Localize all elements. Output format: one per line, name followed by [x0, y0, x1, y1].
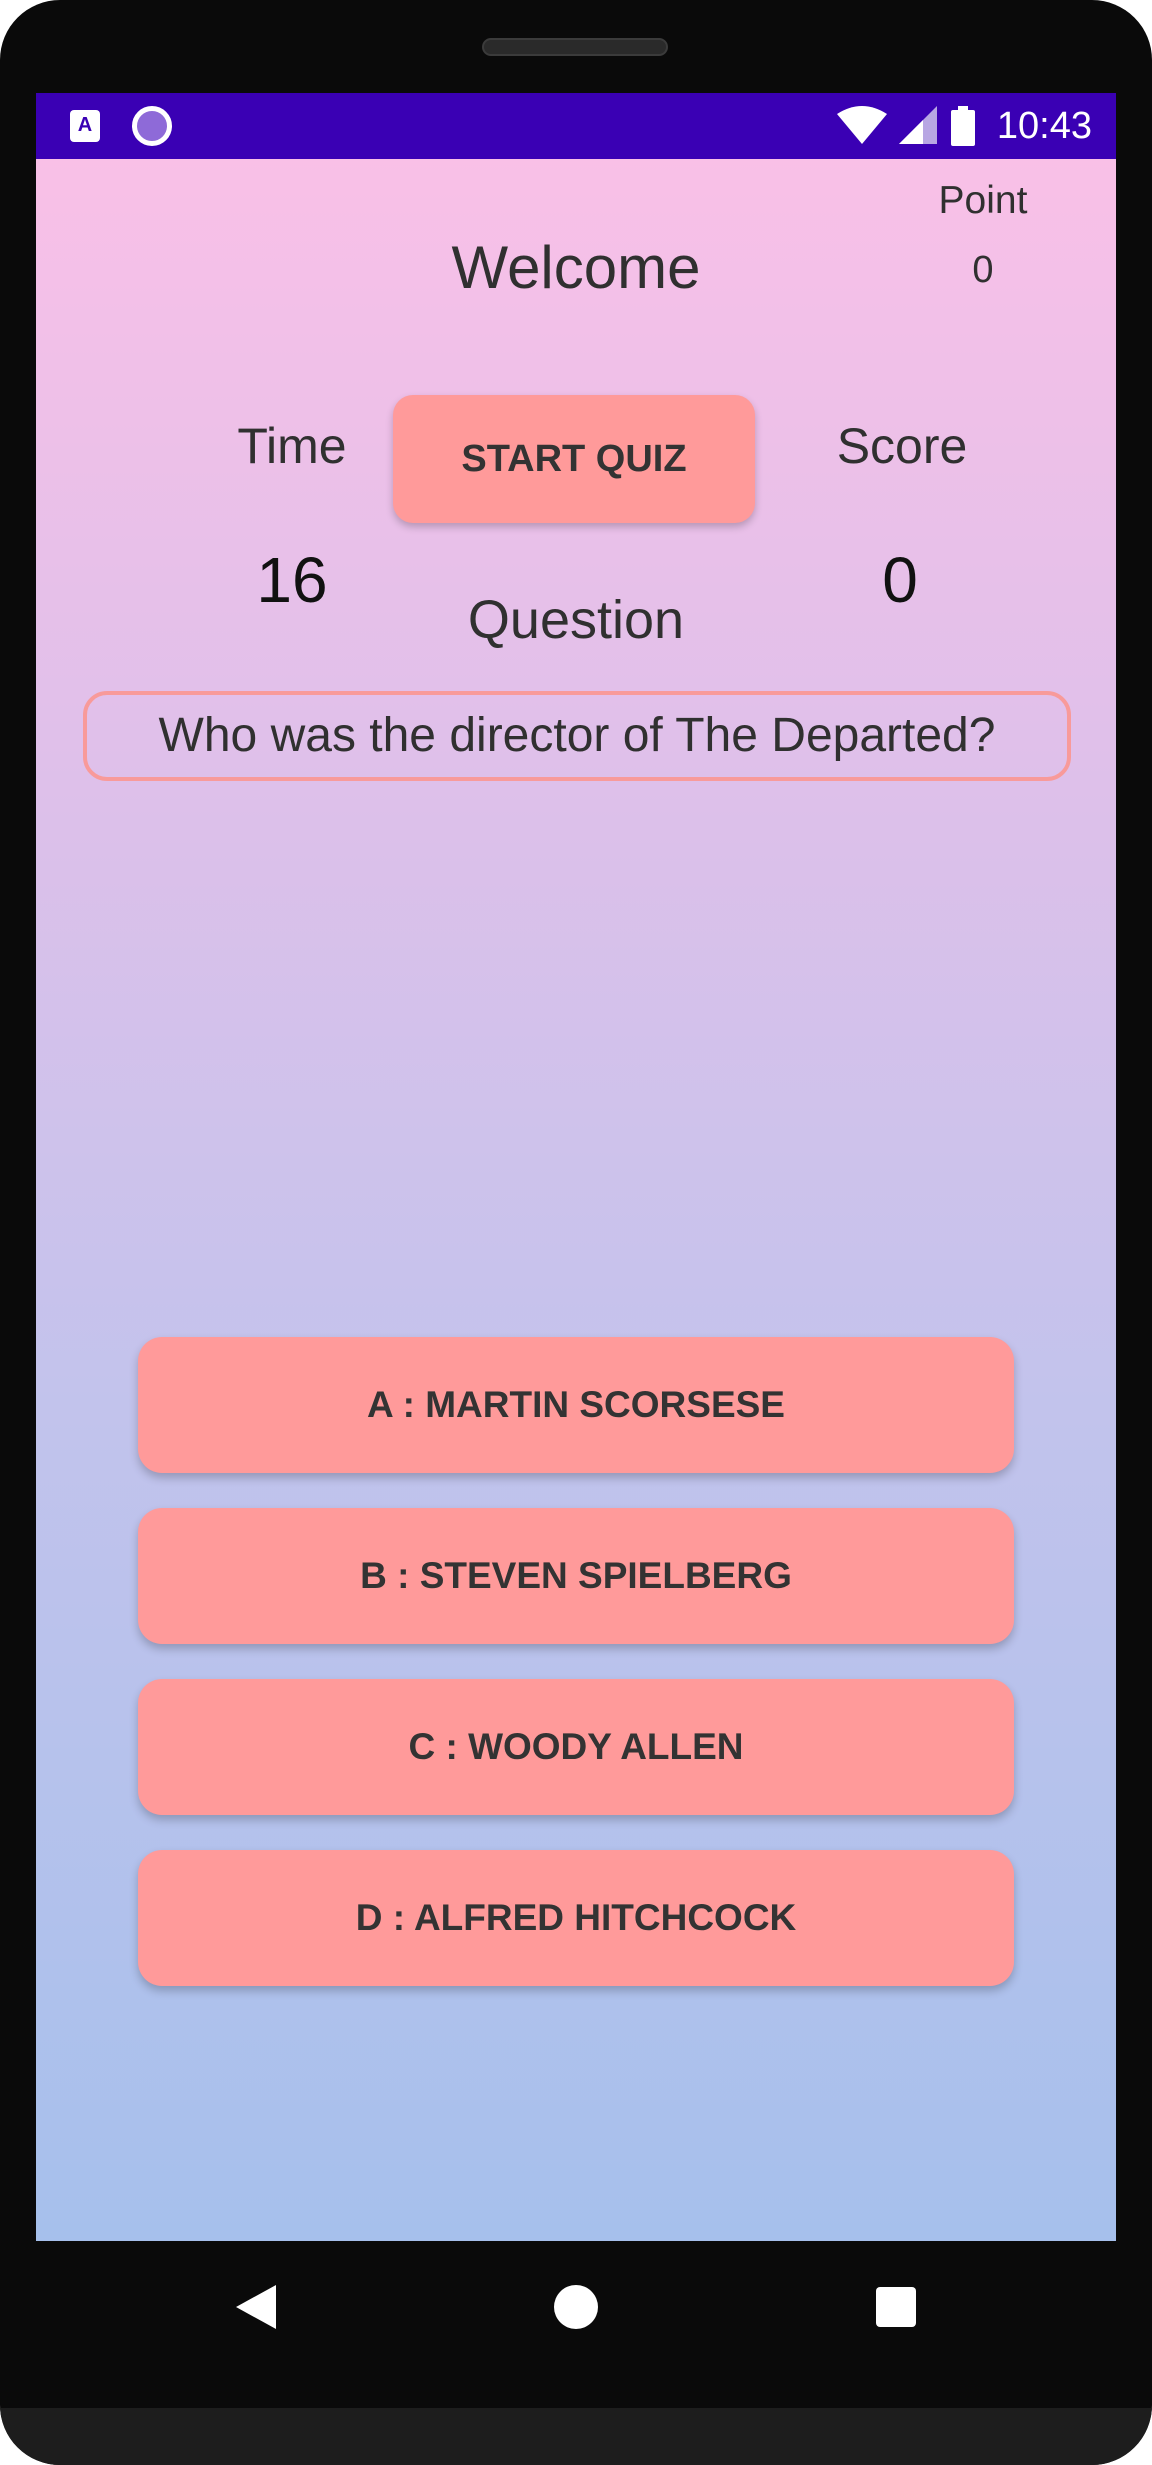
wifi-icon — [836, 106, 887, 144]
earpiece-speaker — [482, 38, 668, 56]
time-label: Time — [237, 418, 347, 474]
score-value: 0 — [882, 544, 918, 616]
score-label: Score — [836, 418, 968, 474]
quiz-app-screen: Point 0 Welcome Time START QUIZ Score 16… — [36, 159, 1116, 2241]
answer-d-button[interactable]: D : ALFRED HITCHCOCK — [138, 1850, 1014, 1986]
point-label: Point — [938, 179, 1028, 222]
phone-device-frame: A 10:43 Point 0 Welcome Time START QUIZ … — [0, 0, 1152, 2465]
time-value: 16 — [256, 544, 328, 616]
cell-signal-icon — [898, 106, 937, 144]
welcome-title: Welcome — [451, 234, 701, 301]
answer-c-button[interactable]: C : WOODY ALLEN — [138, 1679, 1014, 1815]
status-time: 10:43 — [996, 104, 1092, 147]
circle-notification-icon — [132, 106, 172, 146]
status-bar: A 10:43 — [36, 93, 1116, 159]
phone-screen: A 10:43 Point 0 Welcome Time START QUIZ … — [36, 93, 1116, 2241]
home-icon[interactable] — [554, 2285, 598, 2329]
question-text-box: Who was the director of The Departed? — [83, 691, 1071, 781]
device-bottom-edge — [0, 2408, 1152, 2465]
status-right-group: 10:43 — [836, 93, 1092, 159]
start-quiz-button[interactable]: START QUIZ — [393, 395, 755, 523]
a-notification-icon: A — [70, 110, 100, 142]
answer-a-button[interactable]: A : MARTIN SCORSESE — [138, 1337, 1014, 1473]
battery-icon — [950, 106, 975, 146]
back-icon[interactable] — [236, 2285, 276, 2329]
answer-b-button[interactable]: B : STEVEN SPIELBERG — [138, 1508, 1014, 1644]
question-label: Question — [467, 590, 685, 650]
navigation-bar — [0, 2241, 1152, 2371]
point-value: 0 — [972, 249, 994, 291]
recents-icon[interactable] — [876, 2287, 916, 2327]
